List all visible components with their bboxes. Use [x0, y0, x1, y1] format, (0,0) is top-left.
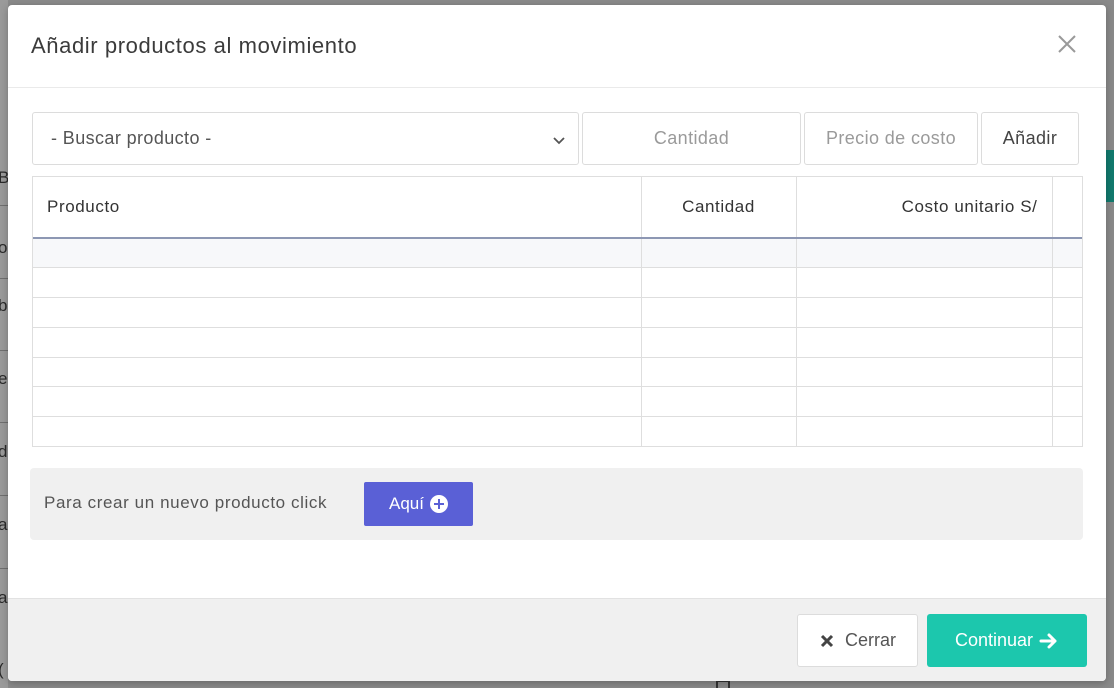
table-cell	[641, 386, 797, 418]
product-select-value: - Buscar producto -	[51, 128, 212, 148]
table-cell	[641, 267, 797, 299]
table-cell	[641, 238, 797, 269]
table-row	[33, 357, 1082, 388]
create-product-button[interactable]: Aquí	[364, 482, 473, 526]
table-cell	[796, 297, 1053, 328]
background-text: b	[0, 296, 8, 315]
products-table: Producto Cantidad Costo unitario S/	[32, 176, 1083, 447]
table-cell	[796, 357, 1053, 388]
background-divider	[0, 568, 8, 569]
table-cell	[641, 327, 797, 358]
background-divider	[0, 205, 8, 206]
table-cell	[1052, 417, 1082, 447]
add-product-button[interactable]: Añadir	[981, 112, 1079, 165]
close-button[interactable]: Cerrar	[797, 614, 918, 667]
table-cell	[33, 357, 642, 388]
background-text: d	[0, 442, 8, 461]
table-cell	[1052, 238, 1082, 269]
modal-footer: Cerrar Continuar	[8, 598, 1106, 681]
product-select[interactable]: - Buscar producto -	[32, 112, 579, 165]
create-product-button-label: Aquí	[389, 494, 424, 513]
table-cell	[1052, 297, 1082, 328]
background-text: e	[0, 369, 8, 388]
background-divider	[0, 350, 8, 351]
table-row	[33, 327, 1082, 358]
create-product-panel: Para crear un nuevo producto click Aquí	[30, 468, 1083, 540]
background-checkbox	[716, 680, 730, 688]
continue-button-label: Continuar	[954, 630, 1034, 650]
column-header-unit-cost: Costo unitario S/	[796, 177, 1053, 239]
background-text: a	[0, 515, 8, 534]
close-icon	[820, 634, 834, 647]
background-teal-button	[1106, 150, 1114, 202]
arrow-right-icon	[1039, 633, 1057, 648]
add-products-modal: Añadir productos al movimiento - Buscar …	[8, 5, 1106, 681]
modal-title: Añadir productos al movimiento	[31, 33, 358, 58]
background-text: (	[0, 660, 4, 680]
close-icon[interactable]	[1056, 33, 1078, 55]
table-cell	[33, 327, 642, 358]
table-row	[33, 416, 1082, 447]
create-product-text: Para crear un nuevo producto click	[44, 493, 328, 512]
chevron-down-icon	[553, 137, 565, 145]
table-cell	[641, 357, 797, 388]
background-text: a	[0, 588, 8, 607]
table-cell	[796, 386, 1053, 418]
table-cell	[33, 297, 642, 328]
table-cell	[33, 238, 642, 269]
table-cell	[1052, 267, 1082, 299]
table-row	[33, 386, 1082, 418]
table-cell	[796, 416, 1053, 447]
table-cell	[1052, 357, 1082, 388]
background-left-strip: B o b e d a a (	[0, 0, 9, 688]
table-cell	[33, 386, 642, 418]
table-cell	[796, 267, 1053, 299]
table-cell	[796, 238, 1053, 269]
column-header-quantity: Cantidad	[641, 177, 797, 239]
background-divider	[0, 422, 8, 423]
table-row	[33, 238, 1082, 269]
modal-header: Añadir productos al movimiento	[8, 5, 1106, 88]
column-header-product: Producto	[33, 177, 642, 239]
continue-button[interactable]: Continuar	[927, 614, 1087, 667]
table-row	[33, 267, 1082, 299]
close-button-label: Cerrar	[844, 630, 896, 650]
table-cell	[641, 297, 797, 328]
background-divider	[0, 278, 8, 279]
table-cell	[1052, 386, 1082, 418]
background-divider	[0, 495, 8, 496]
column-header-actions	[1052, 177, 1082, 239]
table-cell	[796, 327, 1053, 358]
cost-price-input[interactable]	[804, 112, 978, 165]
table-cell	[641, 416, 797, 447]
table-header-row: Producto Cantidad Costo unitario S/	[33, 177, 1082, 239]
quantity-input[interactable]	[582, 112, 801, 165]
table-row	[33, 297, 1082, 328]
table-cell	[33, 416, 642, 447]
table-cell	[1052, 327, 1082, 358]
table-cell	[33, 267, 642, 299]
plus-circle-icon	[429, 495, 448, 513]
background-text: o	[0, 238, 8, 257]
